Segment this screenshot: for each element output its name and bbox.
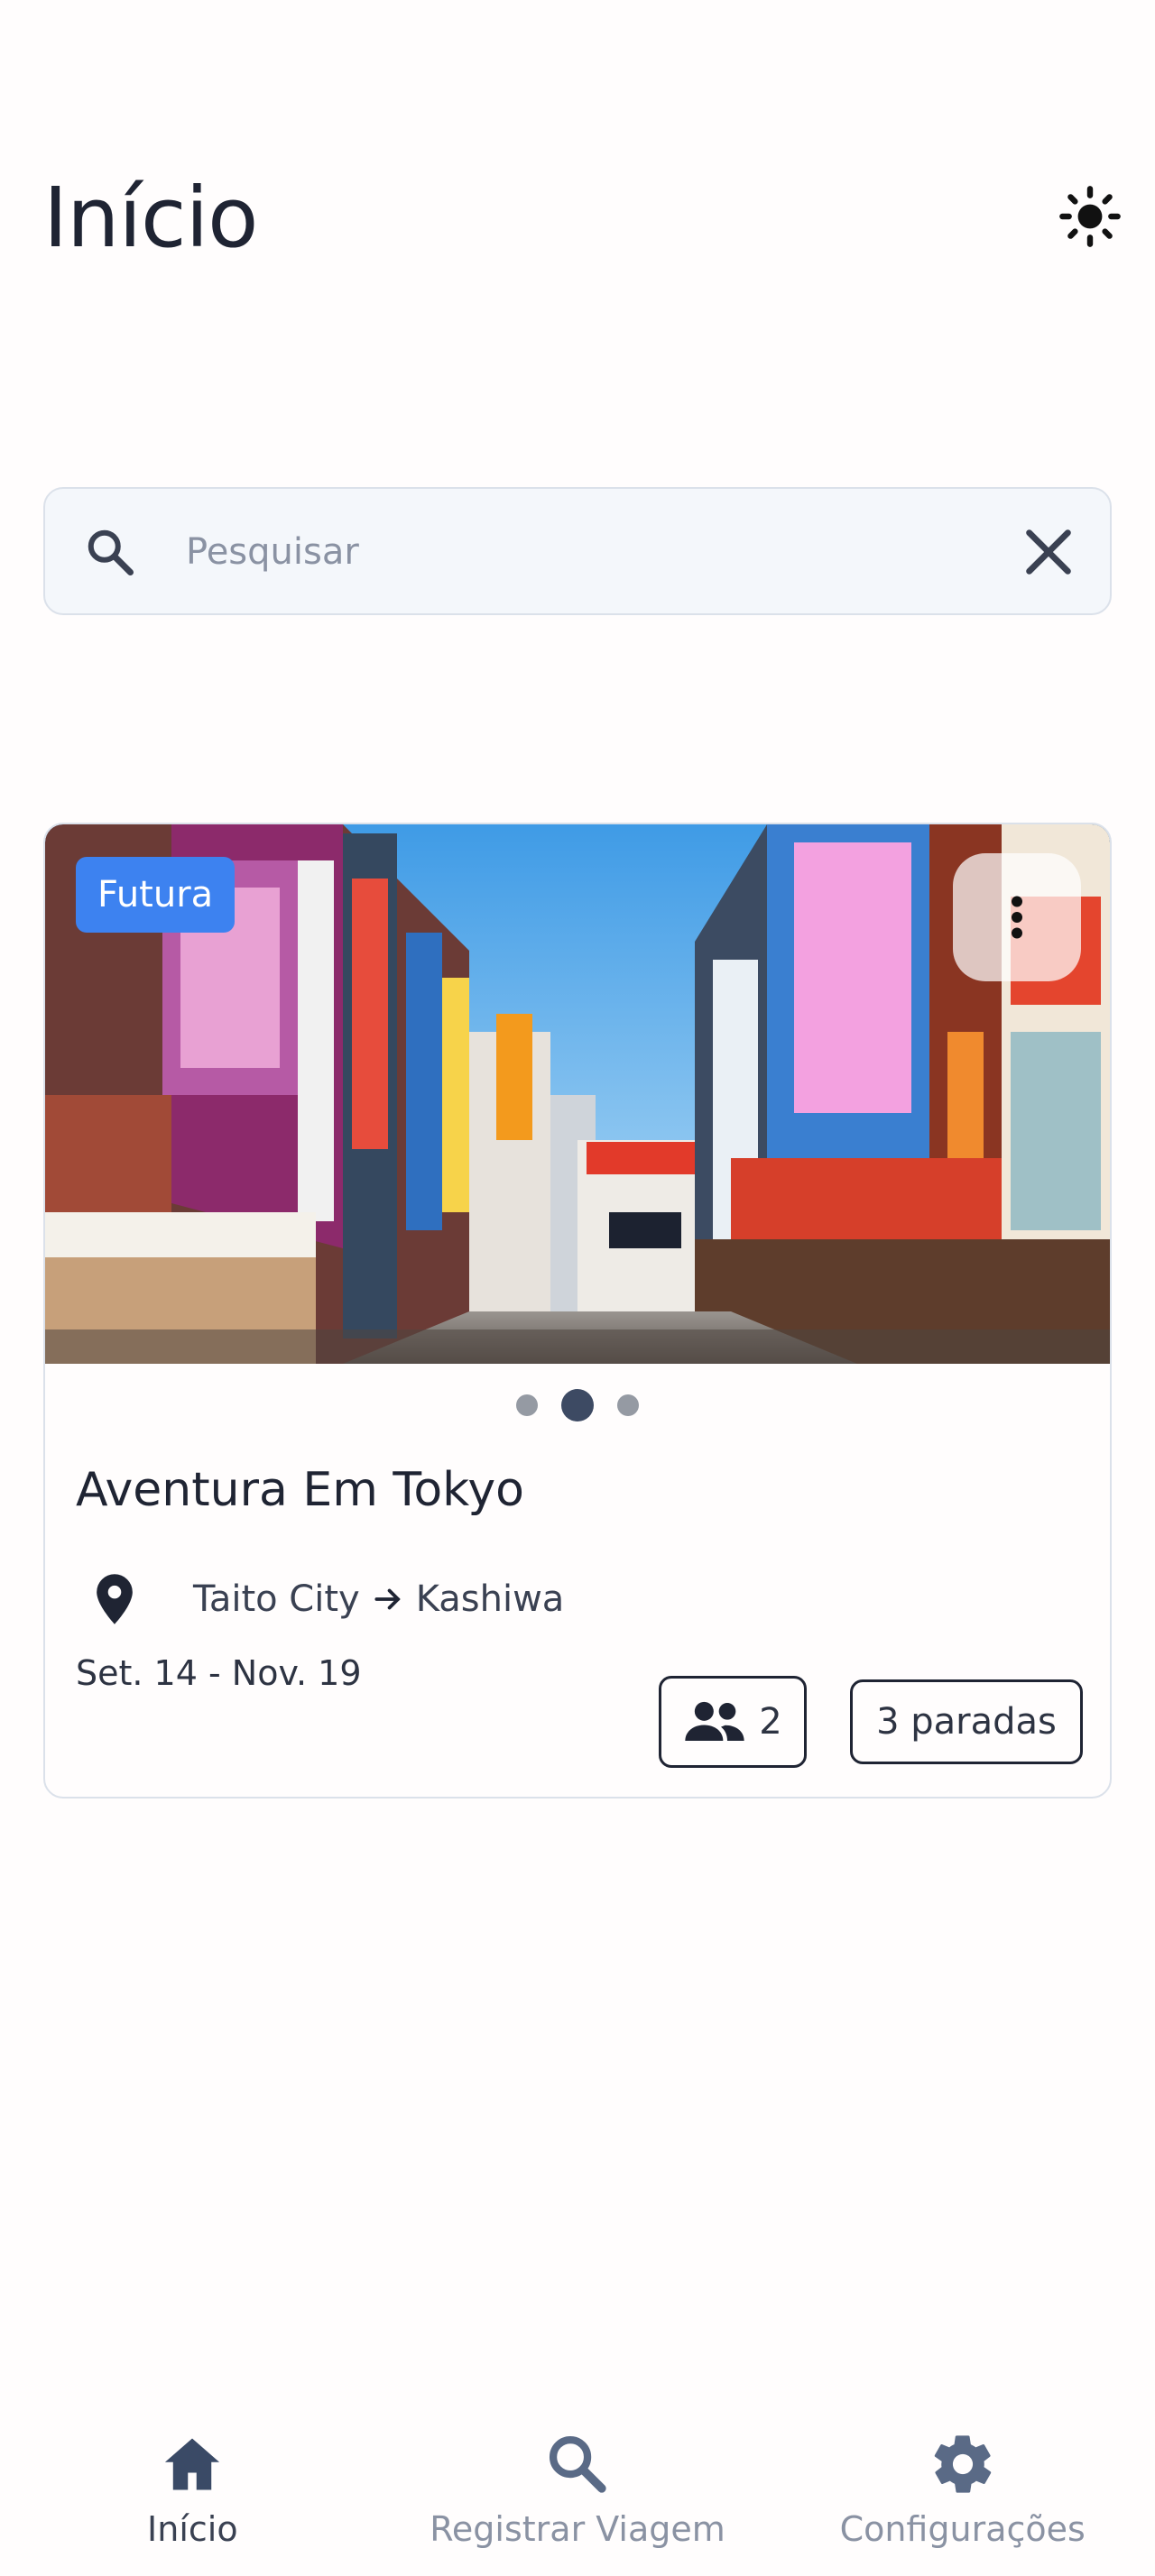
search-icon [549, 2435, 606, 2493]
travelers-chip: 2 [659, 1676, 807, 1768]
search-icon [88, 529, 134, 575]
nav-label-home: Início [147, 2509, 238, 2549]
theme-toggle-button[interactable] [1054, 180, 1126, 253]
close-icon [1026, 529, 1071, 575]
route-destination: Kashiwa [415, 1578, 565, 1620]
more-vertical-icon [1012, 896, 1022, 939]
location-pin-icon [97, 1574, 133, 1624]
nav-label-settings: Configurações [839, 2509, 1086, 2549]
gear-icon [934, 2435, 991, 2493]
trip-card[interactable]: Futura Aventura Em Tokyo Taito City Kash… [43, 823, 1112, 1799]
arrow-right-icon [374, 1588, 401, 1610]
nav-label-register-trip: Registrar Viagem [430, 2509, 725, 2549]
nav-item-register-trip[interactable]: Registrar Viagem [385, 2417, 771, 2576]
clear-search-button[interactable] [1014, 518, 1083, 586]
home-icon [165, 2438, 220, 2490]
nav-item-home[interactable]: Início [0, 2417, 385, 2576]
nav-item-settings[interactable]: Configurações [770, 2417, 1155, 2576]
sun-icon [1059, 186, 1121, 247]
carousel-indicator [45, 1387, 1110, 1423]
travelers-count: 2 [759, 1701, 782, 1743]
search-bar [43, 487, 1112, 615]
people-icon [685, 1701, 744, 1741]
bottom-navigation: Início Registrar Viagem Configurações [0, 2417, 1155, 2576]
trip-route: Taito City Kashiwa [76, 1568, 564, 1631]
search-input[interactable] [186, 516, 962, 588]
route-origin: Taito City [193, 1578, 360, 1620]
carousel-dot[interactable] [516, 1394, 538, 1416]
trip-photo[interactable]: Futura [45, 824, 1110, 1364]
page-title: Início [43, 170, 258, 266]
home-screen: Início Pesquisar Futura Aventura Em Toky… [0, 0, 1155, 2576]
stops-chip: 3 paradas [850, 1679, 1083, 1764]
trip-dates: Set. 14 - Nov. 19 [76, 1653, 362, 1693]
more-options-button[interactable] [953, 853, 1081, 981]
carousel-dot-active[interactable] [561, 1389, 594, 1421]
carousel-dot[interactable] [617, 1394, 639, 1416]
status-badge: Futura [76, 857, 236, 933]
trip-title: Aventura Em Tokyo [76, 1463, 524, 1517]
